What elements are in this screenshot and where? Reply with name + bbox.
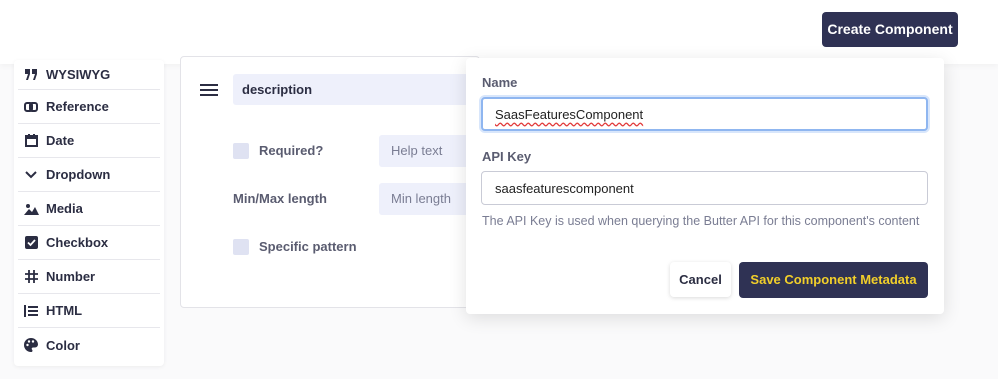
min-length-input[interactable]: Min length bbox=[379, 183, 479, 215]
api-key-input-value: saasfeaturescomponent bbox=[495, 180, 634, 196]
field-type-number[interactable]: Number bbox=[18, 260, 160, 294]
name-input[interactable]: SaasFeaturesComponent bbox=[481, 97, 928, 131]
field-type-label: Color bbox=[46, 337, 80, 353]
name-input-value: SaasFeaturesComponent bbox=[495, 106, 644, 122]
field-type-label: HTML bbox=[46, 303, 83, 318]
chevron-down-icon bbox=[22, 168, 40, 182]
list-icon bbox=[22, 304, 40, 318]
field-type-reference[interactable]: Reference bbox=[18, 90, 160, 124]
field-type-label: Number bbox=[46, 269, 96, 284]
field-type-label: WYSIWYG bbox=[46, 67, 111, 82]
minmax-label: Min/Max length bbox=[233, 191, 327, 206]
calendar-icon bbox=[22, 134, 40, 148]
field-type-label: Media bbox=[46, 201, 83, 216]
pattern-checkbox[interactable] bbox=[233, 239, 249, 255]
field-type-date[interactable]: Date bbox=[18, 124, 160, 158]
checkbox-icon bbox=[22, 236, 40, 250]
api-key-label: API Key bbox=[482, 149, 532, 164]
help-text-input[interactable]: Help text bbox=[379, 135, 479, 167]
field-type-wysiwyg[interactable]: WYSIWYG bbox=[18, 60, 160, 90]
image-icon bbox=[22, 202, 40, 216]
quote-icon bbox=[22, 68, 40, 82]
drag-handle-icon[interactable] bbox=[200, 84, 218, 96]
field-type-list: WYSIWYG Reference Date Dropdown Media Ch… bbox=[14, 60, 164, 366]
save-component-metadata-button[interactable]: Save Component Metadata bbox=[739, 262, 928, 298]
required-checkbox[interactable] bbox=[233, 143, 249, 159]
top-bar: Create Component bbox=[0, 0, 998, 64]
api-key-input[interactable]: saasfeaturescomponent bbox=[481, 171, 928, 205]
hash-icon bbox=[22, 270, 40, 284]
api-key-help-text: The API Key is used when querying the Bu… bbox=[482, 214, 920, 228]
pattern-label: Specific pattern bbox=[259, 239, 357, 254]
field-type-media[interactable]: Media bbox=[18, 192, 160, 226]
field-type-label: Dropdown bbox=[46, 167, 111, 182]
field-type-label: Reference bbox=[46, 99, 109, 114]
link-icon bbox=[22, 100, 40, 114]
required-label: Required? bbox=[259, 143, 324, 158]
field-type-checkbox[interactable]: Checkbox bbox=[18, 226, 160, 260]
field-type-dropdown[interactable]: Dropdown bbox=[18, 158, 160, 192]
palette-icon bbox=[22, 338, 40, 352]
field-name-input[interactable]: description bbox=[233, 74, 473, 105]
field-type-label: Date bbox=[46, 133, 75, 148]
field-type-html[interactable]: HTML bbox=[18, 294, 160, 328]
name-label: Name bbox=[482, 75, 518, 90]
cancel-button[interactable]: Cancel bbox=[670, 262, 731, 297]
component-metadata-modal: Name SaasFeaturesComponent API Key saasf… bbox=[466, 58, 944, 314]
create-component-button[interactable]: Create Component bbox=[822, 12, 958, 47]
field-type-label: Checkbox bbox=[46, 235, 109, 250]
field-type-color[interactable]: Color bbox=[18, 328, 160, 362]
